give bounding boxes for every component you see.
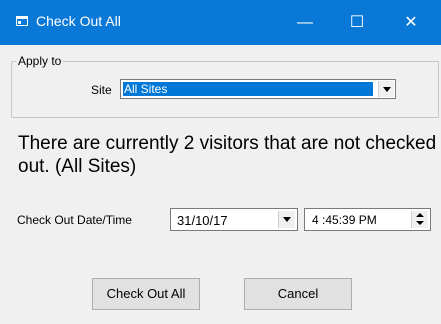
checkout-date-picker[interactable]: 31/10/17 [170,208,298,231]
site-selected-value: All Sites [123,82,373,96]
chevron-down-icon[interactable] [378,81,394,97]
cancel-button[interactable]: Cancel [244,278,352,310]
chevron-down-icon[interactable] [278,211,295,228]
maximize-button[interactable]: ☐ [334,0,380,45]
minimize-button[interactable]: — [282,0,328,45]
spin-up-icon[interactable] [416,213,424,217]
window-title: Check Out All [36,13,121,29]
spin-down-icon[interactable] [416,221,424,225]
app-icon [16,16,28,26]
site-label: Site [91,83,112,97]
visitors-message: There are currently 2 visitors that are … [18,133,437,177]
time-spinner[interactable] [411,211,428,228]
checkout-date-value: 31/10/17 [177,213,228,228]
apply-to-label: Apply to [16,54,64,68]
checkout-time-value: 4 :45:39 PM [312,213,377,227]
title-bar[interactable]: Check Out All — ☐ ✕ [0,0,441,45]
check-out-all-button[interactable]: Check Out All [92,278,200,310]
close-button[interactable]: ✕ [388,0,434,45]
checkout-time-field[interactable]: 4 :45:39 PM [304,208,431,231]
site-select[interactable]: All Sites [120,79,396,99]
checkout-datetime-label: Check Out Date/Time [17,213,132,227]
